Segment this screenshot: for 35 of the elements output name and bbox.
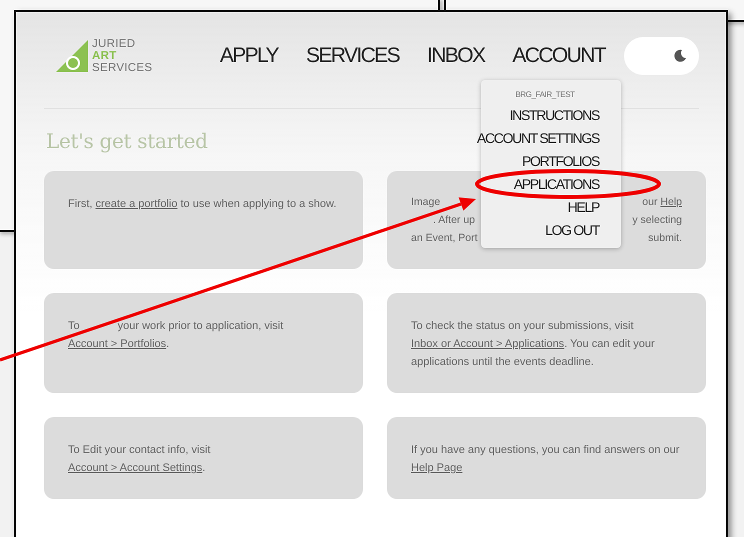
- card-text: If you have any questions, you can find answers on our Help Page: [411, 443, 680, 476]
- logo-text: SERVICES: [92, 62, 152, 74]
- logo-text: JURIED: [92, 38, 136, 50]
- card-text: To Edit your contact info, visit Account > Account Settings.: [68, 443, 212, 476]
- card-text: an Event, Port: [411, 231, 478, 246]
- logo-icon: [54, 38, 90, 74]
- card-text: our Help: [642, 195, 682, 210]
- card-text: Image: [411, 195, 440, 210]
- menu-item[interactable]: HELP: [568, 199, 599, 215]
- card-text: . After up: [432, 213, 476, 228]
- menu-item[interactable]: LOG OUT: [545, 222, 599, 238]
- text-link[interactable]: create a portfolio: [96, 198, 178, 210]
- page-heading: Let's get started: [46, 129, 208, 153]
- card-text: y selecting: [632, 213, 682, 228]
- text-link[interactable]: Account > Portfolios: [68, 338, 166, 350]
- username: BRG_FAIR_TEST: [515, 90, 575, 100]
- nav-link[interactable]: APPLY: [220, 44, 278, 67]
- card-text: To check the status on your submissions, visit Inbox or Account > Applications. You can edit your applications until the events deadline.: [411, 319, 656, 370]
- menu-item[interactable]: APPLICATIONS: [514, 176, 599, 192]
- moon-icon: [673, 49, 687, 63]
- text-link[interactable]: Help: [660, 196, 682, 208]
- text-link[interactable]: Inbox or Account > Applications: [411, 338, 564, 350]
- card-text: First, create a portfolio to use when applying to a show.: [68, 197, 338, 212]
- theme-toggle[interactable]: [624, 37, 699, 75]
- nav-link[interactable]: ACCOUNT: [512, 44, 605, 67]
- text-link[interactable]: Help Page: [411, 462, 462, 474]
- nav-link[interactable]: INBOX: [427, 44, 484, 67]
- logo-text: ART: [92, 50, 118, 62]
- menu-item[interactable]: INSTRUCTIONS: [510, 107, 599, 123]
- menu-item[interactable]: PORTFOLIOS: [522, 153, 599, 169]
- nav-link[interactable]: SERVICES: [306, 44, 399, 67]
- menu-item[interactable]: ACCOUNT SETTINGS: [476, 130, 599, 146]
- card-text: To your work prior to application, visit Account > Portfolios.: [68, 319, 284, 352]
- text-link[interactable]: Account > Account Settings: [68, 462, 202, 474]
- card-text: submit.: [648, 231, 682, 246]
